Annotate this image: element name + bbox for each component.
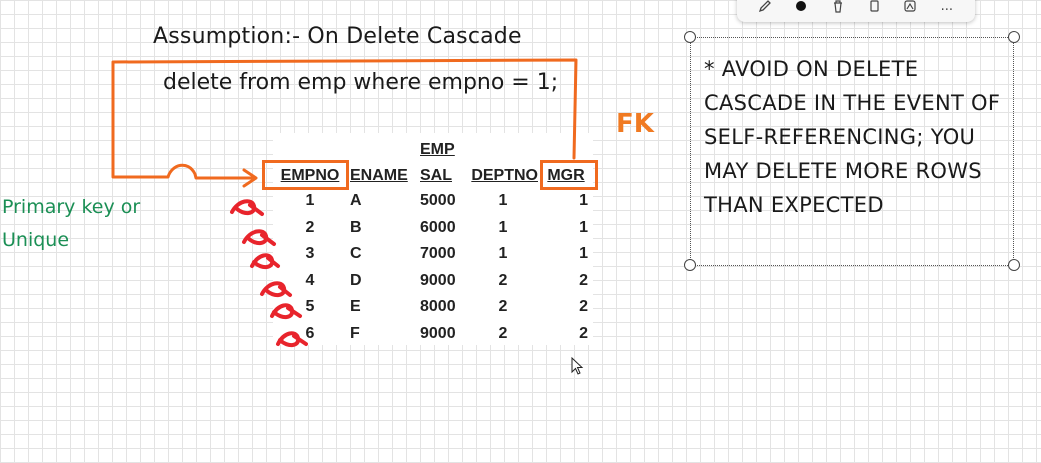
resize-handle-top-left[interactable] [684,31,696,43]
resize-handle-bottom-left[interactable] [684,259,696,271]
note-text: * AVOID ON DELETE CASCADE IN THE EVENT O… [704,57,1001,217]
resize-handle-bottom-right[interactable] [1008,259,1020,271]
resize-handle-top-right[interactable] [1008,31,1020,43]
row-strike-marks [230,199,308,347]
copy-icon[interactable] [863,0,885,17]
color-dot-icon[interactable] [790,0,812,17]
cascade-arrow [111,58,578,188]
mouse-cursor-icon [571,357,584,375]
floating-toolbar: ... [737,0,975,22]
note-selection-box[interactable]: * AVOID ON DELETE CASCADE IN THE EVENT O… [690,37,1014,266]
more-icon[interactable]: ... [936,0,958,17]
pen-icon[interactable] [754,0,776,17]
delete-icon[interactable] [827,0,849,17]
lasso-icon[interactable] [899,0,921,17]
